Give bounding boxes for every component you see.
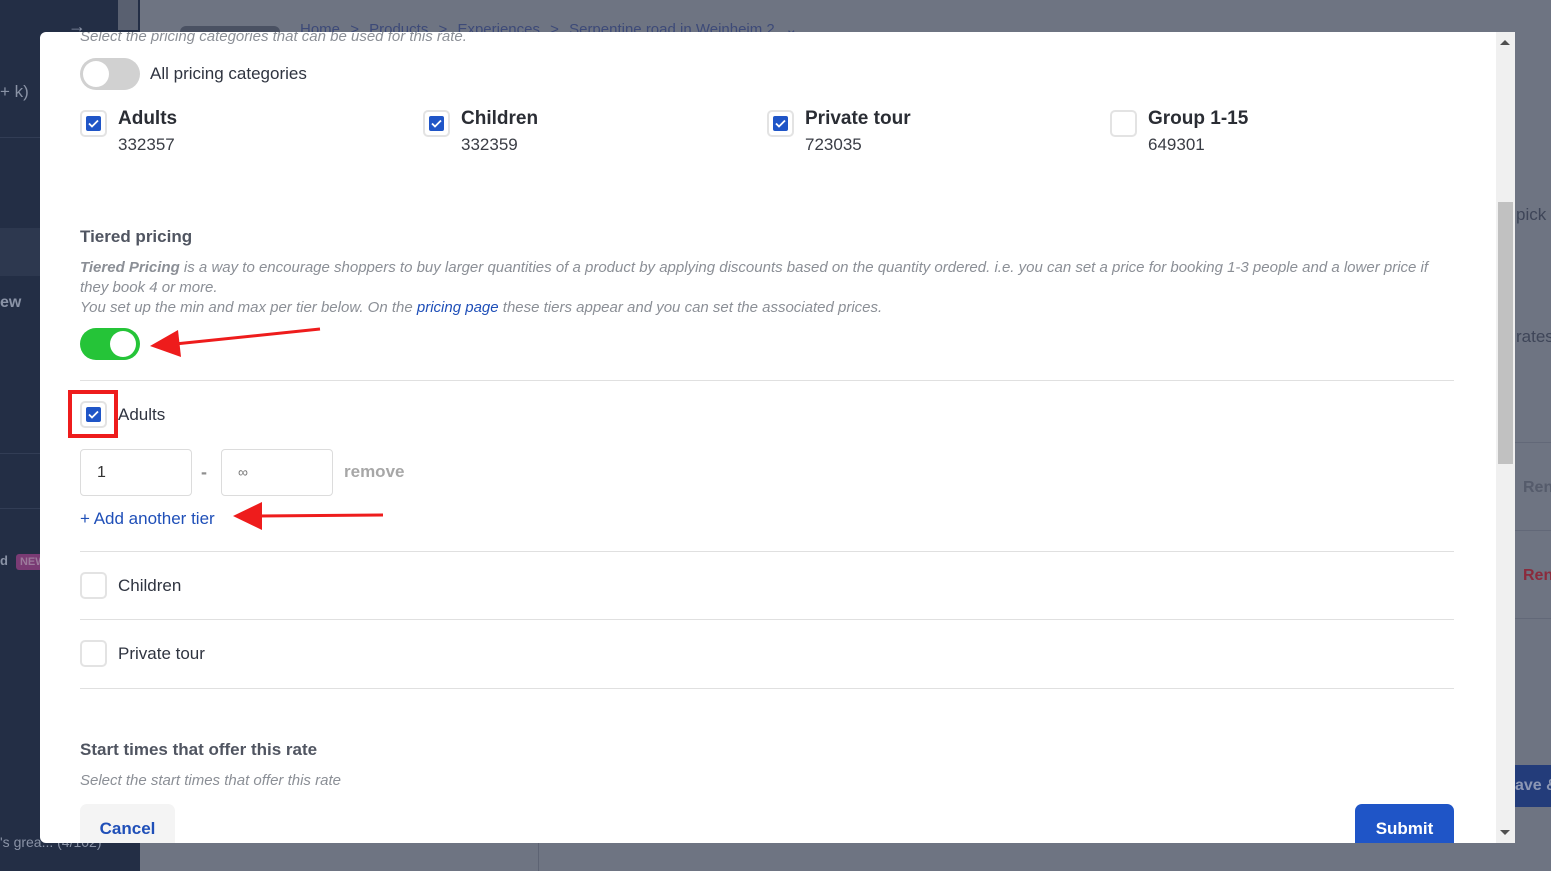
start-times-hint: Select the start times that offer this r…: [80, 772, 341, 786]
pricing-page-link[interactable]: pricing page: [417, 299, 499, 316]
category-id: 332359: [461, 135, 518, 154]
background-divider: [1515, 442, 1551, 443]
divider: [80, 619, 1454, 620]
modal-scroll-area: Select the pricing categories that can b…: [40, 32, 1496, 843]
category-checkbox-adults[interactable]: [80, 110, 107, 137]
background-rates-text: rates: [1516, 327, 1551, 346]
tier-remove-button[interactable]: remove: [344, 462, 404, 482]
background-remove-link-red: Ren: [1523, 567, 1551, 584]
toggle-knob: [83, 61, 109, 87]
tier-min-input[interactable]: [80, 449, 192, 496]
all-pricing-categories-label: All pricing categories: [150, 64, 307, 83]
category-checkbox-private-tour[interactable]: [767, 110, 794, 137]
category-name: Children: [461, 108, 539, 129]
category-checkbox-children[interactable]: [423, 110, 450, 137]
checkmark-icon: [429, 116, 444, 131]
tier-checkbox-private-tour[interactable]: [80, 640, 107, 667]
start-times-title: Start times that offer this rate: [80, 740, 318, 759]
tier-max-input[interactable]: [221, 449, 333, 496]
scroll-up-arrow-icon[interactable]: [1500, 40, 1510, 45]
category-id: 649301: [1148, 135, 1205, 154]
divider: [80, 688, 1454, 689]
tiered-pricing-description: Tiered Pricing is a way to encourage sho…: [80, 258, 1450, 318]
checkmark-icon: [86, 116, 101, 131]
tiered-pricing-toggle[interactable]: [80, 328, 140, 360]
scroll-down-arrow-icon[interactable]: [1500, 830, 1510, 835]
cancel-button[interactable]: Cancel: [80, 804, 175, 843]
divider: [80, 380, 1454, 381]
toggle-knob: [110, 331, 136, 357]
tiered-pricing-desc-text: You set up the min and max per tier belo…: [80, 299, 417, 316]
add-another-tier-link[interactable]: + Add another tier: [80, 509, 215, 529]
background-pick-text: pick: [1516, 205, 1547, 224]
all-pricing-categories-toggle[interactable]: [80, 58, 140, 90]
tiered-pricing-desc-bold: Tiered Pricing: [80, 259, 180, 276]
scrollbar-thumb[interactable]: [1498, 202, 1513, 464]
sidebar-item-new-label: d: [0, 553, 8, 568]
background-divider: [1515, 530, 1551, 531]
category-name: Group 1-15: [1148, 108, 1249, 129]
annotation-highlight-box: [68, 390, 118, 438]
tier-row-label: Adults: [118, 405, 166, 424]
background-save-button: ave &: [1515, 765, 1551, 807]
tier-row-label: Children: [118, 576, 182, 595]
rate-modal: Select the pricing categories that can b…: [40, 32, 1515, 843]
tiered-pricing-title: Tiered pricing: [80, 227, 193, 246]
category-id: 723035: [805, 135, 862, 154]
category-id: 332357: [118, 135, 175, 154]
tier-checkbox-children[interactable]: [80, 572, 107, 599]
divider: [80, 551, 1454, 552]
modal-scrollbar[interactable]: [1496, 32, 1515, 843]
tier-row-label: Private tour: [118, 644, 205, 663]
checkmark-icon: [773, 116, 788, 131]
category-name: Adults: [118, 108, 178, 129]
tiered-pricing-desc-text: is a way to encourage shoppers to buy la…: [80, 259, 1429, 296]
submit-button[interactable]: Submit: [1355, 804, 1454, 843]
category-checkbox-group-1-15[interactable]: [1110, 110, 1137, 137]
background-remove-link: Ren: [1523, 479, 1551, 496]
category-name: Private tour: [805, 108, 911, 129]
background-scroll-strip: [118, 0, 138, 30]
background-divider: [1515, 618, 1551, 619]
pricing-categories-hint: Select the pricing categories that can b…: [80, 32, 467, 45]
tier-range-dash: -: [201, 462, 207, 482]
background-divider: [538, 843, 539, 871]
tiered-pricing-desc-text: these tiers appear and you can set the a…: [498, 299, 883, 316]
